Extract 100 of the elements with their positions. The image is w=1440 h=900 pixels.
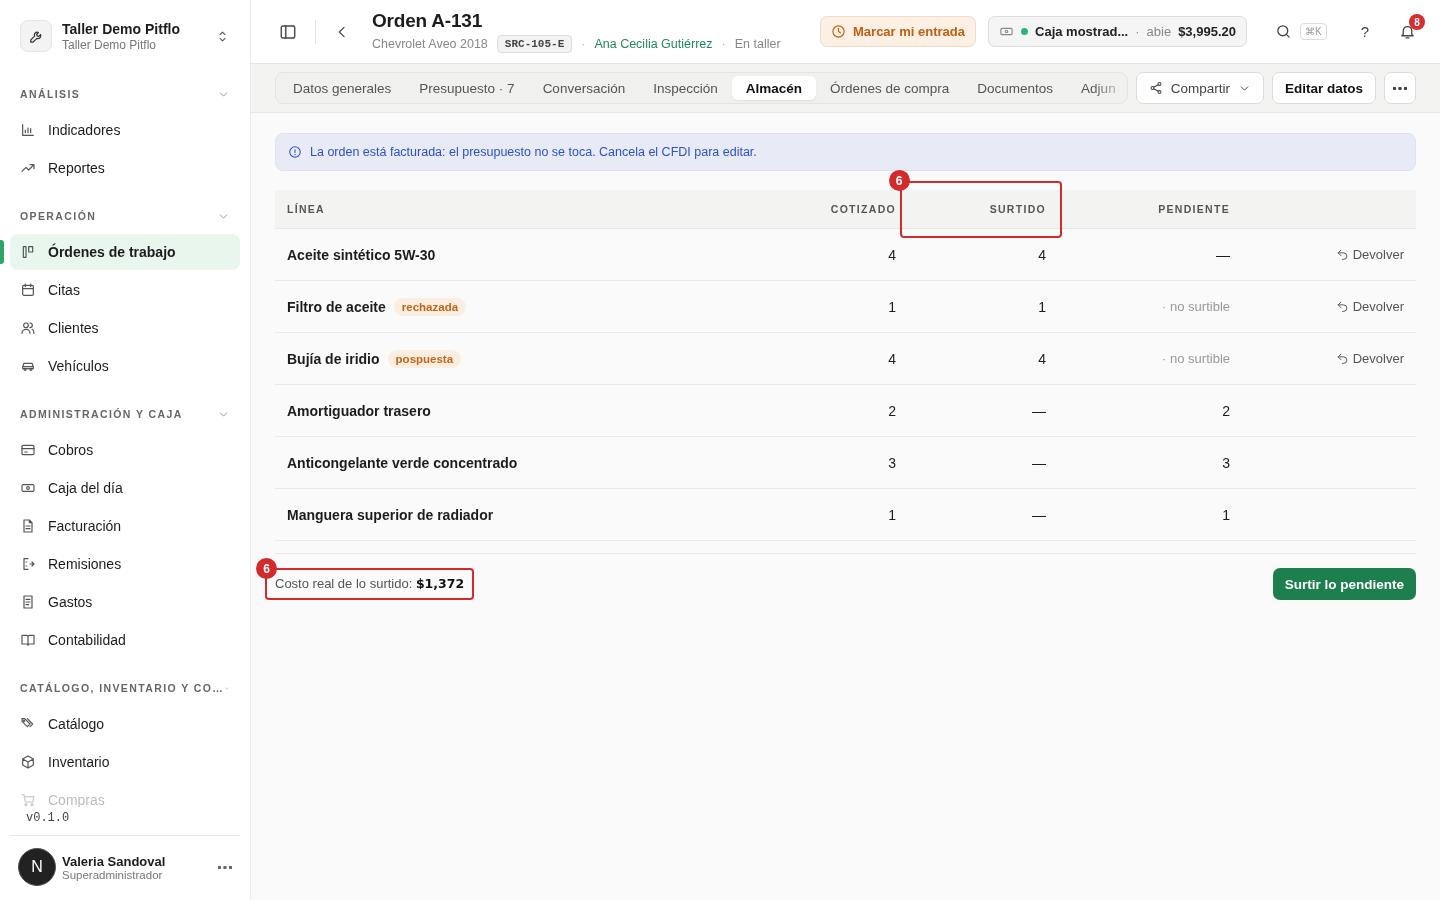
user-role: Superadministrador: [62, 868, 164, 881]
item-name: Bujía de iridio: [287, 350, 380, 367]
cash-register-button[interactable]: Caja mostrad... · abie $3,995.20: [988, 16, 1247, 47]
tab[interactable]: Almacén: [731, 76, 816, 100]
help-button[interactable]: ?: [1360, 23, 1369, 40]
panel-icon: [279, 22, 297, 41]
nav-item[interactable]: Clientes: [10, 310, 240, 346]
share-button[interactable]: Compartir: [1135, 72, 1264, 104]
cart-icon: [20, 792, 36, 807]
info-icon: [288, 145, 302, 159]
nav-item[interactable]: Catálogo: [10, 706, 240, 742]
section-header[interactable]: OPERACIÓN: [10, 206, 240, 226]
shortcut-hint: ⌘K: [1300, 23, 1327, 40]
sidebar-toggle[interactable]: [279, 22, 297, 41]
tab[interactable]: Datos generales: [279, 76, 406, 100]
table-cell: 1: [888, 506, 896, 523]
export-icon: [20, 556, 36, 572]
search-icon[interactable]: [1275, 23, 1292, 40]
nav-item[interactable]: Contabilidad: [10, 622, 240, 658]
section-title: OPERACIÓN: [20, 210, 97, 222]
table-cell: 4: [888, 350, 896, 367]
edit-button[interactable]: Editar datos: [1272, 72, 1376, 104]
section-header[interactable]: CATÁLOGO, INVENTARIO Y CO…: [10, 678, 240, 698]
register-status: abie: [1146, 24, 1172, 39]
tab[interactable]: Inspección: [639, 76, 732, 100]
selection-marker: [0, 240, 4, 264]
undo-icon: [1335, 352, 1349, 365]
section-title: ADMINISTRACIÓN Y CAJA: [20, 408, 183, 420]
item-name: Anticongelante verde concentrado: [287, 454, 518, 471]
status-tag: rechazada: [393, 297, 467, 316]
cost-summary: Costo real de lo surtido: $1,372: [275, 576, 465, 592]
nav-item[interactable]: Indicadores: [10, 112, 240, 148]
more-icon[interactable]: [218, 865, 232, 869]
separator: ·: [581, 37, 586, 51]
tab[interactable]: Presupuesto · 7: [405, 76, 529, 100]
order-title: Orden A-131: [372, 10, 484, 32]
avatar: N: [18, 848, 56, 886]
table-cell: 4: [1038, 350, 1046, 367]
table-cell: 4: [888, 246, 896, 263]
table-cell: 1: [1038, 298, 1046, 315]
item-name: Aceite sintético 5W-30: [287, 246, 436, 263]
receipt-icon: [20, 594, 36, 610]
tab[interactable]: Órdenes de compra: [816, 76, 964, 100]
separator: ·: [1135, 24, 1140, 39]
table-cell: 4: [1038, 246, 1046, 263]
return-button[interactable]: Devolver: [1335, 299, 1404, 314]
banner-text: La orden está facturada: el presupuesto no se toca. Cancela el CFDI para editar.: [310, 145, 757, 159]
annotation-badge: 6: [888, 170, 910, 191]
undo-icon: [1335, 248, 1349, 261]
kanban-icon: [20, 244, 36, 260]
return-button[interactable]: Devolver: [1335, 351, 1404, 366]
customer-link[interactable]: Ana Cecilia Gutiérrez: [594, 37, 713, 51]
table-cell: —: [1032, 454, 1046, 471]
nav-item[interactable]: Caja del día: [10, 470, 240, 506]
order-detail: En taller: [734, 37, 781, 51]
nav-item[interactable]: Facturación: [10, 508, 240, 544]
undo-icon: [1335, 300, 1349, 313]
column-header: COTIZADO: [830, 203, 896, 215]
tab[interactable]: Documentos: [963, 76, 1068, 100]
license-plate: SRC-105-E: [496, 35, 573, 53]
fulfill-button[interactable]: Surtir lo pendiente: [1272, 568, 1416, 600]
clock-in-button[interactable]: Marcar mi entrada: [820, 16, 976, 47]
annotation-badge: 6: [256, 558, 277, 579]
more-icon: [1393, 86, 1407, 90]
section-header[interactable]: ADMINISTRACIÓN Y CAJA: [10, 404, 240, 424]
more-button[interactable]: [1384, 72, 1416, 104]
book-icon: [20, 632, 36, 648]
table-cell: 2: [1222, 402, 1230, 419]
credit-card-icon: [20, 442, 36, 458]
notification-badge: 8: [1409, 14, 1425, 30]
table-cell: —: [1032, 506, 1046, 523]
tab[interactable]: Conversación: [528, 76, 640, 100]
tab[interactable]: Adjun: [1067, 76, 1127, 100]
bell-icon[interactable]: [1399, 23, 1416, 40]
nav-item[interactable]: Reportes: [10, 150, 240, 186]
nav-item[interactable]: Remisiones: [10, 546, 240, 582]
document-icon: [20, 518, 36, 534]
table-cell: 3: [1222, 454, 1230, 471]
nav-item[interactable]: Vehículos: [10, 348, 240, 384]
share-icon: [1148, 81, 1163, 95]
section-title: ANÁLISIS: [20, 88, 81, 100]
column-header: PENDIENTE: [1158, 203, 1230, 215]
item-name: Manguera superior de radiador: [287, 506, 494, 523]
item-name: Amortiguador trasero: [287, 402, 431, 419]
nav-item[interactable]: Cobros: [10, 432, 240, 468]
return-button[interactable]: Devolver: [1335, 247, 1404, 262]
nav-item[interactable]: Inventario: [10, 744, 240, 780]
box-icon: [20, 754, 36, 770]
section-title: CATÁLOGO, INVENTARIO Y CO…: [20, 682, 225, 694]
item-name: Filtro de aceite: [287, 298, 386, 315]
table-cell: 1: [1222, 506, 1230, 523]
table-cell: 2: [888, 402, 896, 419]
workspace-name: Taller Demo Pitflo: [62, 20, 181, 37]
separator: ·: [721, 37, 726, 51]
section-header[interactable]: ANÁLISIS: [10, 84, 240, 104]
nav-item[interactable]: Gastos: [10, 584, 240, 620]
table-cell: —: [1032, 402, 1046, 419]
register-name: Caja mostrad...: [1035, 24, 1129, 39]
nav-item[interactable]: Citas: [10, 272, 240, 308]
table-cell: · no surtible: [1162, 351, 1230, 366]
